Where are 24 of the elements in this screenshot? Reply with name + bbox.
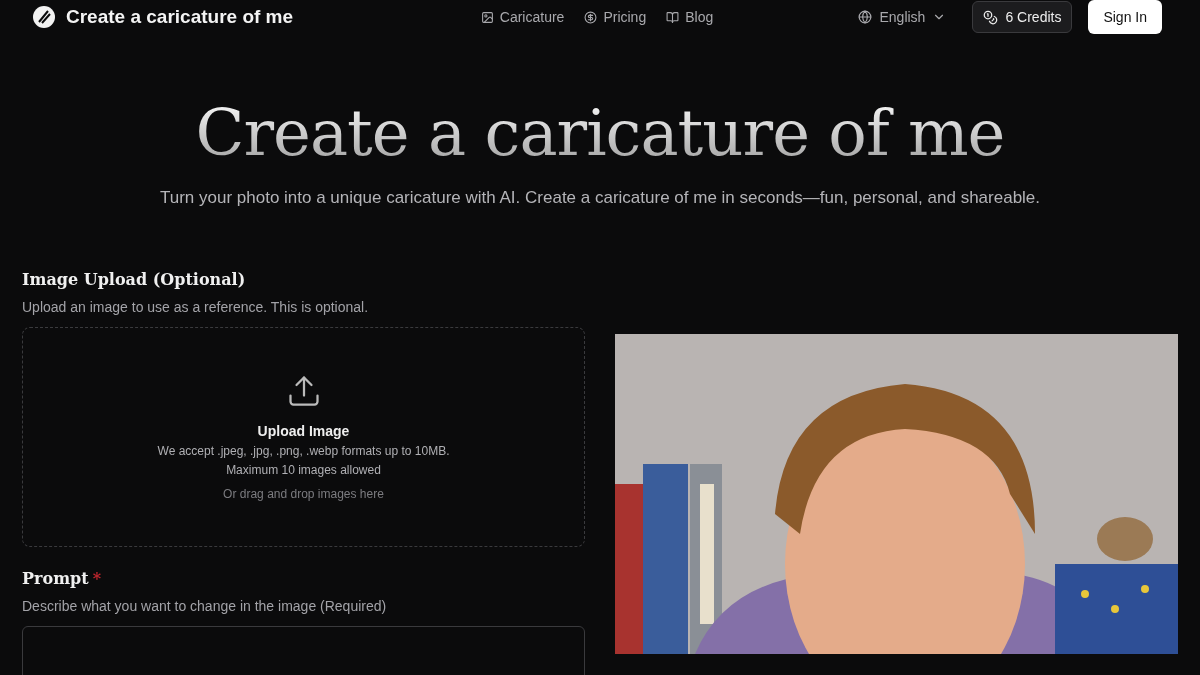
image-icon (480, 10, 494, 24)
field-label: Prompt * (22, 569, 102, 588)
sign-in-button[interactable]: Sign In (1088, 0, 1162, 34)
logo-icon (32, 5, 56, 29)
globe-icon (858, 10, 873, 24)
coins-icon (983, 9, 999, 25)
nav-link[interactable]: Caricature (480, 9, 565, 25)
credits-button[interactable]: 6 Credits (972, 1, 1073, 33)
nav-link[interactable]: Pricing (584, 9, 647, 25)
brand-name: Create a caricature of me (66, 6, 294, 28)
coin-icon (584, 10, 598, 24)
upload-limit: Maximum 10 images allowed (226, 463, 381, 477)
field-label: Image Upload (Optional) (22, 270, 247, 289)
upload-title: Upload Image (257, 423, 350, 439)
book-icon (666, 10, 680, 24)
page-subtitle: Turn your photo into a unique caricature with AI. Create a caricature of me in seconds—fun, personal, and shareable. (159, 188, 1041, 208)
field-hint: Describe what you want to change in the image (Required) (22, 598, 388, 614)
upload-drag-hint: Or drag and drop images here (223, 487, 384, 501)
upload-dropzone[interactable]: Upload Image We accept .jpeg, .jpg, .png, .webp formats up to 10MB. Maximum 10 images allowed Or drag and drop images here (22, 327, 585, 547)
required-mark: * (92, 569, 101, 588)
nav-link[interactable]: Blog (666, 9, 714, 25)
upload-formats: We accept .jpeg, .jpg, .png, .webp formats up to 10MB. (157, 444, 450, 458)
field-hint: Upload an image to use as a reference. This is optional. (22, 299, 370, 315)
language-selector[interactable]: English (852, 8, 953, 26)
